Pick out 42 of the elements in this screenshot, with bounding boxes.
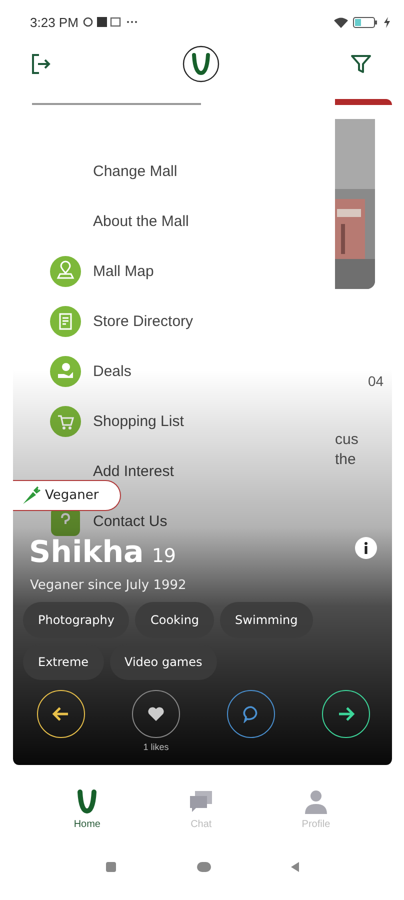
info-icon[interactable]: [355, 537, 377, 559]
menu-item[interactable]: About the Mall: [93, 213, 189, 230]
profile-age: 19: [152, 545, 176, 567]
logo-icon: [182, 45, 220, 83]
menu-item[interactable]: Shopping List: [93, 413, 184, 430]
chat-bubble-icon: [242, 705, 260, 723]
profile-subtitle: Veganer since July 1992: [30, 578, 188, 593]
interest-chip: Swimming: [220, 602, 313, 638]
recents-icon[interactable]: [106, 862, 116, 872]
carrot-icon: [21, 486, 41, 506]
list-icon: [50, 306, 81, 337]
chat-button[interactable]: [227, 690, 275, 738]
interest-chip: Cooking: [135, 602, 214, 638]
back-icon[interactable]: [291, 862, 299, 872]
description-text: cus the: [335, 430, 358, 470]
logout-icon[interactable]: [30, 53, 52, 75]
like-button[interactable]: [132, 690, 180, 738]
profile-name: Shikha: [29, 535, 144, 570]
nav-tab[interactable]: Home: [64, 787, 110, 832]
menu-item[interactable]: Add Interest: [93, 463, 174, 480]
wifi-icon: [334, 16, 348, 28]
battery-icon: [353, 16, 379, 28]
veganer-badge: Veganer: [13, 480, 121, 511]
cart-icon: [50, 406, 81, 437]
next-button[interactable]: [322, 690, 370, 738]
date-text: 04: [368, 373, 384, 389]
status-time: 3:23 PM: [30, 14, 78, 30]
person-icon: [302, 789, 329, 815]
chat-icon: [188, 789, 214, 815]
map-pin-icon: [50, 256, 81, 287]
menu-item[interactable]: Deals: [93, 363, 132, 380]
charging-icon: [384, 16, 390, 28]
likes-count: 1 likes: [143, 742, 169, 752]
heart-icon: [147, 706, 165, 722]
menu-item[interactable]: Contact Us: [93, 513, 168, 530]
filter-icon[interactable]: [350, 53, 372, 75]
interest-chip: Photography: [23, 602, 130, 638]
home-icon[interactable]: [196, 862, 210, 872]
menu-item[interactable]: Mall Map: [93, 263, 154, 280]
menu-item[interactable]: Change Mall: [93, 163, 178, 180]
menu-item[interactable]: Store Directory: [93, 313, 194, 330]
previous-button[interactable]: [37, 690, 85, 738]
